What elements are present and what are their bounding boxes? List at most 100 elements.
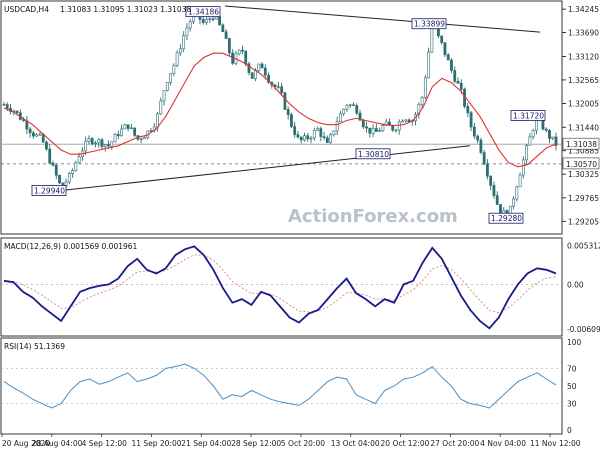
- candle-body: [312, 130, 316, 139]
- candle-body: [322, 136, 326, 138]
- candle-body: [58, 175, 61, 184]
- candle-body: [378, 130, 382, 132]
- candle-body: [518, 174, 522, 188]
- time-tick-label: 11 Nov 12:00: [530, 439, 581, 448]
- candle-body: [492, 185, 496, 196]
- candle-body: [531, 130, 535, 138]
- candle-body: [365, 126, 368, 129]
- candle-body: [502, 210, 506, 214]
- candle-body: [241, 49, 244, 52]
- candle-body: [443, 42, 447, 56]
- candle-body: [423, 77, 427, 98]
- candle-body: [479, 139, 483, 153]
- candle-body: [31, 132, 35, 137]
- symbol-label: USDCAD,H4: [4, 5, 49, 14]
- candle-body: [54, 164, 58, 176]
- rsi-header: RSI(14) 51.1369: [4, 342, 65, 351]
- candle-body: [397, 121, 401, 131]
- level-tag-label: 1.30810: [358, 150, 389, 159]
- candle-body: [544, 128, 548, 131]
- candle-body: [293, 126, 297, 135]
- candle-body: [214, 16, 218, 20]
- candle-body: [67, 173, 71, 183]
- candle-body: [525, 145, 529, 161]
- candle-body: [407, 119, 411, 122]
- candle-body: [201, 19, 205, 23]
- level-tag-label: 1.29280: [491, 214, 522, 223]
- candle-body: [48, 148, 52, 164]
- price-tick-label: 1.32005: [568, 99, 599, 108]
- candle-body: [123, 124, 127, 130]
- candle-body: [113, 134, 117, 143]
- candle-body: [299, 136, 303, 141]
- candle-body: [348, 104, 352, 106]
- candle-body: [71, 170, 74, 174]
- time-tick-label: 11 Sep 20:00: [131, 439, 181, 448]
- candle-body: [286, 109, 290, 115]
- candle-body: [339, 113, 342, 122]
- candle-body: [355, 105, 359, 114]
- candle-body: [276, 86, 280, 88]
- candle-body: [329, 134, 333, 143]
- candle-body: [257, 63, 261, 71]
- candle-body: [335, 121, 339, 132]
- price-tick-label: 1.34245: [568, 5, 599, 14]
- candle-body: [512, 198, 515, 207]
- candle-body: [139, 138, 143, 141]
- chart-canvas: ActionForex.com 1.34186 1.33899 1.31720 1.3…: [0, 0, 600, 448]
- candle-body: [472, 126, 476, 137]
- candle-body: [28, 128, 32, 134]
- rsi-tick-label: 50: [567, 382, 577, 391]
- candle-body: [227, 38, 231, 54]
- candle-body: [548, 130, 551, 139]
- candle-body: [482, 152, 486, 165]
- candle-body: [515, 186, 519, 200]
- candle-body: [94, 142, 97, 145]
- level-tag-label: 1.29940: [34, 186, 65, 195]
- candle-body: [169, 73, 172, 83]
- candle-body: [303, 135, 306, 141]
- candle-body: [74, 162, 78, 171]
- candle-body: [391, 125, 395, 131]
- candle-body: [149, 130, 153, 132]
- candle-body: [345, 104, 349, 110]
- candle-body: [342, 108, 346, 115]
- candle-body: [211, 18, 215, 20]
- candle-body: [45, 141, 48, 150]
- price-marker-label: 1.31038: [566, 140, 597, 149]
- candle-body: [453, 70, 457, 82]
- candle-body: [306, 135, 310, 140]
- candle-body: [120, 128, 123, 136]
- level-tag-label: 1.33899: [414, 20, 445, 29]
- macd-panel-frame: [0, 237, 563, 337]
- candle-body: [263, 67, 267, 76]
- price-tick-label: 1.29205: [568, 217, 599, 226]
- candle-body: [319, 128, 323, 137]
- time-axis: 20 Aug 202028 Aug 04:00 4 Sep 12:00 11 Sep…: [1, 434, 581, 448]
- rsi-panel-frame: [0, 337, 563, 435]
- candle-body: [218, 16, 221, 26]
- time-tick-label: 28 Aug 04:00: [32, 439, 83, 448]
- candle-body: [437, 28, 440, 37]
- candle-body: [172, 64, 176, 74]
- candle-body: [182, 35, 186, 50]
- candle-body: [446, 54, 450, 61]
- candle-body: [244, 50, 248, 65]
- candle-body: [107, 144, 110, 147]
- rsi-axis: 100 70 50 30 0: [567, 338, 582, 435]
- level-tag-label: 1.34186: [188, 8, 219, 17]
- candle-body: [476, 135, 480, 141]
- candle-body: [381, 125, 385, 131]
- candle-body: [175, 52, 179, 66]
- candle-body: [110, 141, 114, 147]
- price-marker-label: 1.30570: [566, 160, 597, 169]
- candle-body: [283, 92, 287, 110]
- level-tag-label: 1.31720: [513, 111, 544, 120]
- rsi-tick-label: 0: [567, 426, 572, 435]
- candle-body: [309, 137, 313, 140]
- candle-body: [87, 138, 91, 142]
- candle-body: [221, 24, 225, 33]
- candle-body: [51, 162, 55, 166]
- watermark: ActionForex.com: [288, 206, 458, 227]
- time-tick-label: 5 Oct 20:00: [281, 439, 325, 448]
